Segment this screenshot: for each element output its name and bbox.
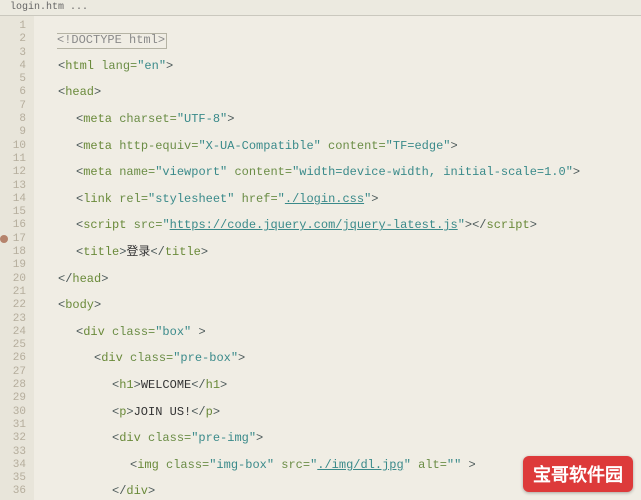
line-number: 20 — [0, 273, 26, 286]
line-number: 10 — [0, 140, 26, 153]
line-number: 15 — [0, 206, 26, 219]
line-number: 23 — [0, 313, 26, 326]
line-number: 9 — [0, 126, 26, 139]
line-number: 8 — [0, 113, 26, 126]
line-number: 13 — [0, 180, 26, 193]
line-number: 28 — [0, 379, 26, 392]
line-number: 36 — [0, 485, 26, 498]
line-number: 1 — [0, 20, 26, 33]
line-number: 27 — [0, 366, 26, 379]
bookmark-icon[interactable] — [0, 235, 8, 243]
line-number: 5 — [0, 73, 26, 86]
line-number: 6 — [0, 86, 26, 99]
editor: 1 2 3 4 5 6 7 8 9 10 11 12 13 14 15 16 1… — [0, 16, 641, 500]
file-tab[interactable]: login.htm ... — [4, 2, 94, 13]
line-number: 32 — [0, 432, 26, 445]
line-number: 2 — [0, 33, 26, 46]
line-number: 29 — [0, 392, 26, 405]
tab-filename: login.htm — [10, 2, 64, 13]
line-number: 33 — [0, 446, 26, 459]
line-number: 21 — [0, 286, 26, 299]
line-number: 25 — [0, 339, 26, 352]
line-number: 12 — [0, 166, 26, 179]
tab-bar: login.htm ... — [0, 0, 641, 16]
line-number: 7 — [0, 100, 26, 113]
gutter: 1 2 3 4 5 6 7 8 9 10 11 12 13 14 15 16 1… — [0, 16, 34, 500]
line-number: 24 — [0, 326, 26, 339]
line-number: 35 — [0, 472, 26, 485]
line-number: 34 — [0, 459, 26, 472]
line-number: 14 — [0, 193, 26, 206]
watermark-badge: 宝哥软件园 — [523, 456, 633, 492]
line-number: 11 — [0, 153, 26, 166]
line-number: 30 — [0, 406, 26, 419]
line-number: 16 — [0, 219, 26, 232]
line-number: 22 — [0, 299, 26, 312]
line-number: 19 — [0, 259, 26, 272]
tab-breadcrumb: ... — [70, 2, 88, 13]
line-number: 18 — [0, 246, 26, 259]
line-number: 31 — [0, 419, 26, 432]
line-number: 3 — [0, 47, 26, 60]
line-number: 26 — [0, 352, 26, 365]
line-number: 4 — [0, 60, 26, 73]
code-area[interactable]: <!DOCTYPE html> <html lang="en"> <head> … — [34, 16, 641, 500]
